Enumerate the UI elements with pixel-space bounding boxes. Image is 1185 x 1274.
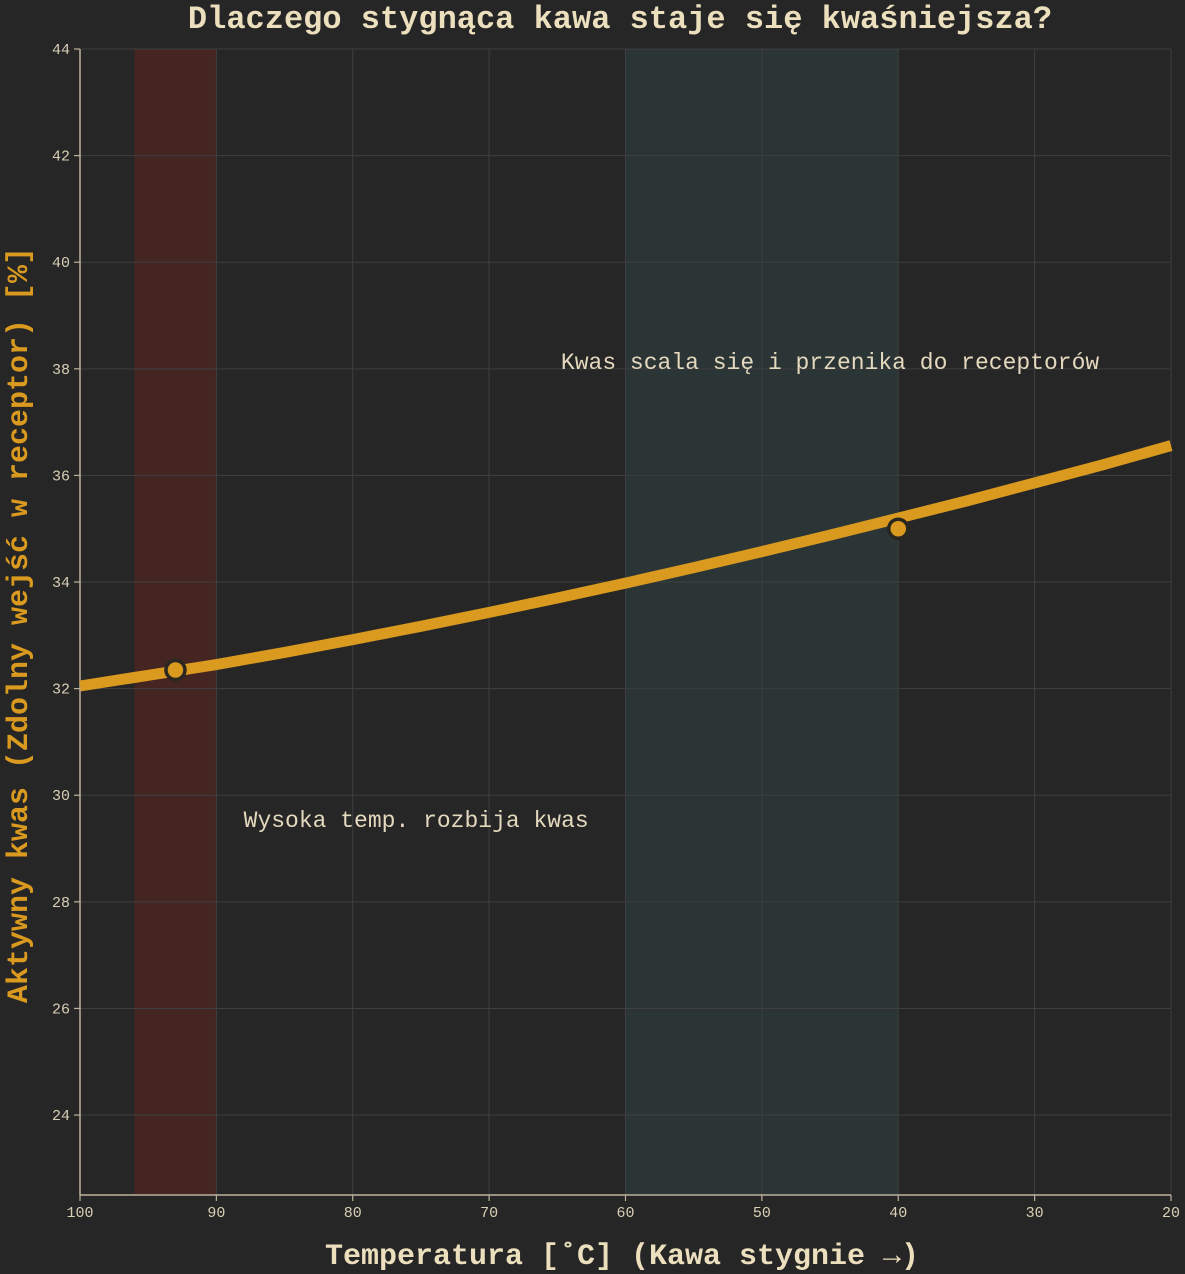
data-point-marker: [887, 517, 910, 540]
hot-band: [134, 49, 217, 1195]
y-tick-label: 28: [52, 895, 70, 912]
data-point-marker: [164, 658, 187, 682]
x-tick-label: 30: [1026, 1205, 1044, 1222]
annotation-label: Kwas scala się i przenika do receptorów: [561, 350, 1099, 376]
x-tick-label: 70: [480, 1205, 498, 1222]
x-tick-label: 60: [616, 1205, 634, 1222]
y-tick-label: 32: [52, 682, 70, 699]
x-tick-label: 80: [344, 1205, 362, 1222]
y-tick-label: 24: [52, 1108, 70, 1125]
x-tick-label: 90: [207, 1205, 225, 1222]
y-tick-label: 40: [52, 255, 70, 272]
chart: 100 90 80 70 60 50 40 30 20 24 26 28 30 32 34 36 38 40 42 4…: [0, 0, 1185, 1274]
x-axis-label: Temperatura [˚C] (Kawa stygnie →): [325, 1240, 919, 1274]
y-axis-label: Aktywny kwas (Zdolny wejść w receptor) […: [3, 247, 37, 1003]
x-tick-label: 100: [66, 1205, 93, 1222]
x-tick-label: 40: [889, 1205, 907, 1222]
x-tick-label: 50: [753, 1205, 771, 1222]
y-tick-label: 42: [52, 149, 70, 166]
y-tick-label: 38: [52, 362, 70, 379]
y-tick-label: 44: [52, 42, 70, 59]
y-tick-label: 30: [52, 788, 70, 805]
y-tick-label: 26: [52, 1001, 70, 1018]
annotation-label: Wysoka temp. rozbija kwas: [244, 808, 589, 834]
y-tick-label: 36: [52, 468, 70, 485]
chart-title: Dlaczego stygnąca kawa staje się kwaśnie…: [188, 1, 1052, 38]
y-tick-label: 34: [52, 575, 70, 592]
x-tick-label: 20: [1162, 1205, 1180, 1222]
